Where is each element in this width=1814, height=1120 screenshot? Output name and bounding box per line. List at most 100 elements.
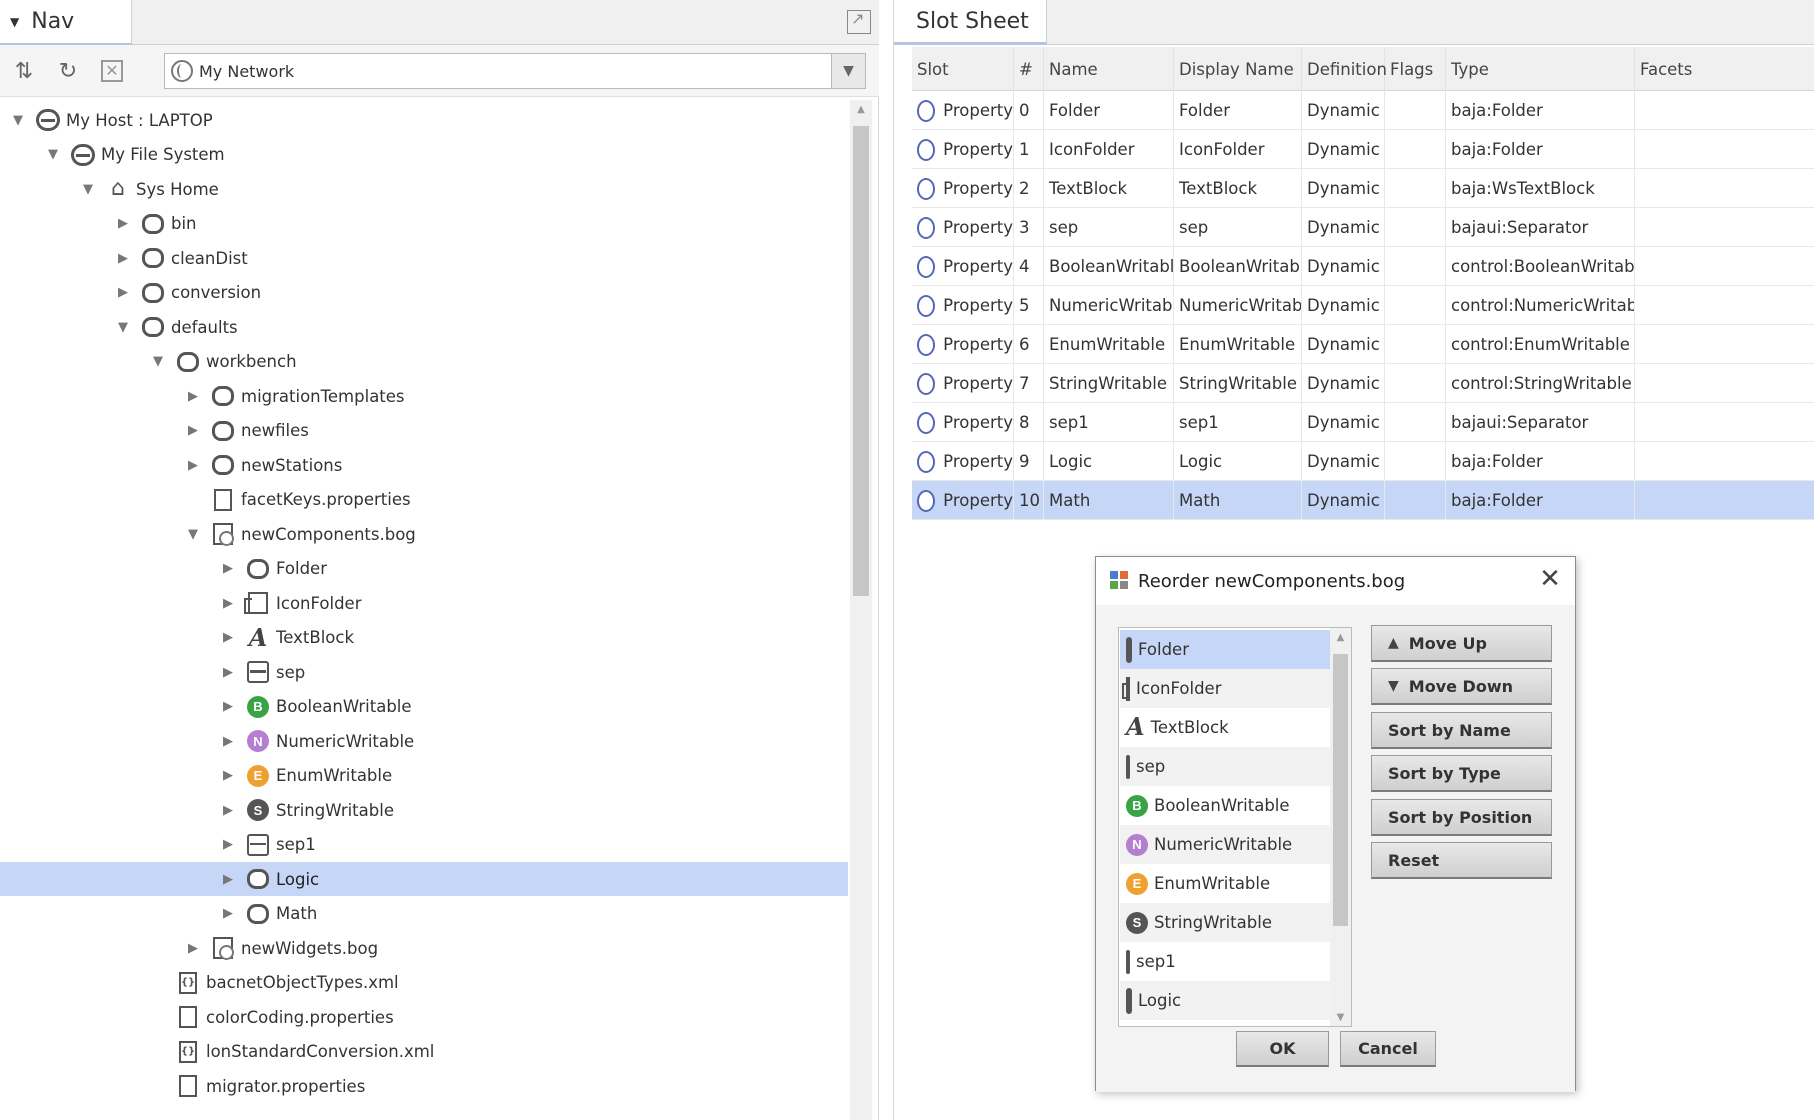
- list-item[interactable]: Logic: [1120, 981, 1332, 1020]
- tree-node[interactable]: ▶ N NumericWritable: [0, 724, 850, 758]
- tree-node[interactable]: ▶ S StringWritable: [0, 793, 850, 827]
- tree-node[interactable]: ▶ IconFolder: [0, 586, 850, 620]
- tree-node[interactable]: ▶ Folder: [0, 552, 850, 586]
- move-up-button[interactable]: ▲ Move Up: [1371, 625, 1552, 662]
- list-item[interactable]: N NumericWritable: [1120, 825, 1332, 864]
- table-row[interactable]: Property 1 IconFolder IconFolder Dynamic baja…: [912, 130, 1814, 169]
- list-item[interactable]: sep: [1120, 747, 1332, 786]
- tree-node[interactable]: {} bacnetObjectTypes.xml: [0, 966, 850, 1000]
- column-header[interactable]: Display Name: [1174, 47, 1302, 91]
- tab-slot-sheet[interactable]: Slot Sheet: [894, 0, 1047, 45]
- list-item[interactable]: IconFolder: [1120, 669, 1332, 708]
- tree-node[interactable]: ▶ newWidgets.bog: [0, 931, 850, 965]
- tree-node[interactable]: ▼ newComponents.bog: [0, 517, 850, 551]
- expand-arrow-icon[interactable]: ▶: [113, 214, 133, 234]
- table-row[interactable]: Property 7 StringWritable StringWritable Dyn…: [912, 364, 1814, 403]
- table-row[interactable]: Property 6 EnumWritable EnumWritable Dynamic…: [912, 325, 1814, 364]
- tree-node[interactable]: {} lonStandardConversion.xml: [0, 1035, 850, 1069]
- table-row[interactable]: Property 9 Logic Logic Dynamic baja:Folder: [912, 442, 1814, 481]
- expand-arrow-icon[interactable]: ▶: [218, 766, 238, 786]
- tree-node[interactable]: ▶ Logic: [0, 862, 848, 896]
- column-header[interactable]: #: [1014, 47, 1044, 91]
- scrollbar-thumb[interactable]: [1333, 654, 1348, 926]
- move-down-button[interactable]: ▼ Move Down: [1371, 668, 1552, 705]
- table-row[interactable]: Property 10 Math Math Dynamic baja:Folder: [912, 481, 1814, 520]
- list-item[interactable]: E EnumWritable: [1120, 864, 1332, 903]
- tree-node[interactable]: ▶ migrationTemplates: [0, 379, 850, 413]
- expand-arrow-icon[interactable]: ▶: [183, 455, 203, 475]
- table-row[interactable]: Property 2 TextBlock TextBlock Dynamic baja:W…: [912, 169, 1814, 208]
- close-tree-icon[interactable]: ✕: [96, 55, 128, 87]
- tree-node[interactable]: ▼ ⌂ Sys Home: [0, 172, 850, 206]
- tree-node[interactable]: ▶ newStations: [0, 448, 850, 482]
- nav-root-selector[interactable]: My Network ▼: [164, 53, 866, 89]
- collapse-arrow-icon[interactable]: ▼: [148, 352, 168, 372]
- tree-node[interactable]: facetKeys.properties: [0, 483, 850, 517]
- tree-node[interactable]: ▼ workbench: [0, 345, 850, 379]
- tree-node[interactable]: ▶ B BooleanWritable: [0, 690, 850, 724]
- sync-icon[interactable]: ⇅: [8, 55, 40, 87]
- tree-node[interactable]: ▼ defaults: [0, 310, 850, 344]
- column-header[interactable]: Definition: [1302, 47, 1387, 91]
- collapse-arrow-icon[interactable]: ▼: [183, 524, 203, 544]
- tree-node[interactable]: ▼ My Host : LAPTOP: [0, 103, 850, 137]
- expand-arrow-icon[interactable]: ▶: [183, 938, 203, 958]
- expand-arrow-icon[interactable]: ▶: [218, 904, 238, 924]
- sort-by-type-button[interactable]: Sort by Type: [1371, 755, 1552, 792]
- sort-by-name-button[interactable]: Sort by Name: [1371, 712, 1552, 749]
- tree-node[interactable]: colorCoding.properties: [0, 1000, 850, 1034]
- expand-arrow-icon[interactable]: ▶: [218, 628, 238, 648]
- expand-arrow-icon[interactable]: ▶: [218, 662, 238, 682]
- nav-tree-scrollbar[interactable]: ▲: [850, 100, 872, 1120]
- reset-button[interactable]: Reset: [1371, 842, 1552, 879]
- list-item[interactable]: A TextBlock: [1120, 708, 1332, 747]
- sort-by-position-button[interactable]: Sort by Position: [1371, 799, 1552, 836]
- expand-arrow-icon[interactable]: ▶: [218, 835, 238, 855]
- tree-node[interactable]: ▶ Math: [0, 897, 850, 931]
- expand-arrow-icon[interactable]: ▶: [218, 559, 238, 579]
- column-header[interactable]: Flags: [1385, 47, 1446, 91]
- tree-node[interactable]: ▶ bin: [0, 207, 850, 241]
- maximize-icon[interactable]: [847, 9, 871, 34]
- expand-arrow-icon[interactable]: ▶: [183, 421, 203, 441]
- collapse-arrow-icon[interactable]: ▼: [78, 179, 98, 199]
- tree-node[interactable]: migrator.properties: [0, 1069, 850, 1103]
- dropdown-arrow-icon[interactable]: ▼: [831, 54, 865, 88]
- tab-nav[interactable]: ▼ Nav: [0, 0, 132, 45]
- caret-down-icon[interactable]: ▼: [10, 15, 19, 29]
- tree-node[interactable]: ▼ My File System: [0, 138, 850, 172]
- column-header[interactable]: Name: [1044, 47, 1174, 91]
- tree-node[interactable]: ▶ E EnumWritable: [0, 759, 850, 793]
- table-row[interactable]: Property 4 BooleanWritable BooleanWritable D…: [912, 247, 1814, 286]
- scroll-down-icon[interactable]: ▼: [1330, 1008, 1351, 1026]
- collapse-arrow-icon[interactable]: ▼: [43, 145, 63, 165]
- expand-arrow-icon[interactable]: ▶: [218, 800, 238, 820]
- table-row[interactable]: Property 8 sep1 sep1 Dynamic bajaui:Separator: [912, 403, 1814, 442]
- list-item[interactable]: S StringWritable: [1120, 903, 1332, 942]
- column-header[interactable]: Facets: [1635, 47, 1814, 91]
- tree-node[interactable]: ▶ sep: [0, 655, 850, 689]
- close-icon[interactable]: ✕: [1537, 566, 1563, 593]
- table-row[interactable]: Property 3 sep sep Dynamic bajaui:Separator: [912, 208, 1814, 247]
- expand-arrow-icon[interactable]: ▶: [113, 248, 133, 268]
- scrollbar-thumb[interactable]: [853, 126, 869, 596]
- tree-node[interactable]: ▶ sep1: [0, 828, 850, 862]
- collapse-arrow-icon[interactable]: ▼: [113, 317, 133, 337]
- column-header[interactable]: Slot: [912, 47, 1014, 91]
- ok-button[interactable]: OK: [1236, 1031, 1329, 1067]
- table-row[interactable]: Property 0 Folder Folder Dynamic baja:Folder: [912, 91, 1814, 130]
- refresh-icon[interactable]: ↻: [52, 55, 84, 87]
- tree-node[interactable]: ▶ A TextBlock: [0, 621, 850, 655]
- scroll-up-icon[interactable]: ▲: [1330, 628, 1351, 646]
- column-header[interactable]: Type: [1446, 47, 1635, 91]
- collapse-arrow-icon[interactable]: ▼: [8, 110, 28, 130]
- list-item[interactable]: sep1: [1120, 942, 1332, 981]
- expand-arrow-icon[interactable]: ▶: [218, 593, 238, 613]
- list-item[interactable]: Folder: [1120, 630, 1332, 669]
- reorder-list-scrollbar[interactable]: ▲ ▼: [1330, 628, 1351, 1026]
- table-row[interactable]: Property 5 NumericWritable NumericWritable D…: [912, 286, 1814, 325]
- expand-arrow-icon[interactable]: ▶: [218, 869, 238, 889]
- tree-node[interactable]: ▶ newfiles: [0, 414, 850, 448]
- expand-arrow-icon[interactable]: ▶: [113, 283, 133, 303]
- cancel-button[interactable]: Cancel: [1340, 1031, 1436, 1067]
